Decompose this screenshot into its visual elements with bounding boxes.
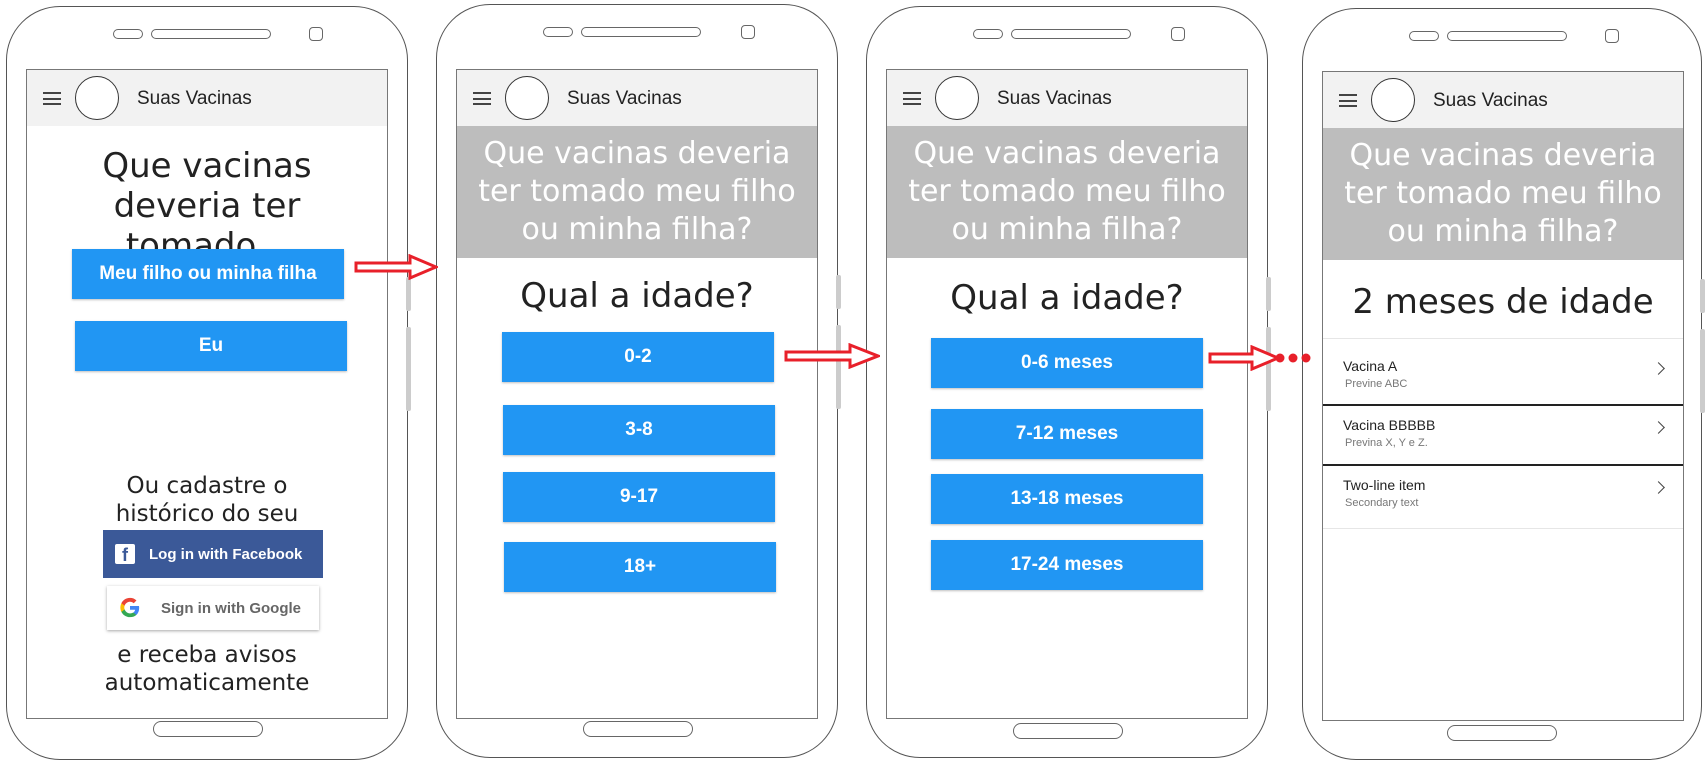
list-divider: [1323, 528, 1683, 529]
google-signin-button[interactable]: Sign in with Google: [107, 586, 319, 630]
hamburger-menu-icon[interactable]: [43, 92, 61, 105]
avatar[interactable]: [75, 76, 119, 120]
list-item-secondary: Previna X, Y e Z.: [1345, 437, 1428, 449]
app-bar: Suas Vacinas: [1323, 72, 1683, 128]
age-option-button[interactable]: 18+: [504, 542, 776, 592]
camera-icon: [309, 27, 323, 41]
footer-text: e receba avisos automaticamente: [104, 642, 310, 696]
flow-arrow-icon: [784, 343, 880, 369]
side-button: [406, 277, 411, 311]
month-option-button[interactable]: 13-18 meses: [931, 474, 1203, 524]
speaker-dot: [543, 27, 573, 37]
speaker-grille: [1447, 31, 1567, 41]
list-divider: [1323, 338, 1683, 339]
age-heading: 2 meses de idade: [1352, 282, 1654, 322]
age-question: Qual a idade?: [520, 276, 754, 316]
app-title: Suas Vacinas: [997, 88, 1112, 109]
home-button[interactable]: [1013, 723, 1123, 739]
home-button[interactable]: [583, 721, 693, 737]
question-banner: Que vacinas deveria ter tomado meu filho…: [457, 126, 817, 258]
camera-icon: [741, 25, 755, 39]
month-option-button[interactable]: 7-12 meses: [931, 409, 1203, 459]
list-divider: [1323, 464, 1683, 466]
hamburger-menu-icon[interactable]: [903, 92, 921, 105]
google-signin-label: Sign in with Google: [161, 599, 301, 617]
app-bar: Suas Vacinas: [457, 70, 817, 126]
phone-frame-3: Suas Vacinas Que vacinas deveria ter tom…: [866, 6, 1271, 758]
home-button[interactable]: [153, 721, 263, 737]
age-option-button[interactable]: 3-8: [503, 405, 775, 455]
app-title: Suas Vacinas: [1433, 90, 1548, 111]
avatar[interactable]: [505, 76, 549, 120]
side-button: [406, 327, 411, 411]
list-item-primary: Two-line item: [1343, 477, 1426, 493]
app-bar: Suas Vacinas: [27, 70, 387, 126]
me-button[interactable]: Eu: [75, 321, 347, 371]
speaker-grille: [581, 27, 701, 37]
hamburger-menu-icon[interactable]: [1339, 94, 1357, 107]
list-divider: [1323, 404, 1683, 406]
child-button[interactable]: Meu filho ou minha filha: [72, 249, 344, 299]
list-item-secondary: Previne ABC: [1345, 378, 1408, 390]
phone-frame-4: Suas Vacinas Que vacinas deveria ter tom…: [1302, 8, 1705, 760]
speaker-grille: [151, 29, 271, 39]
question-banner: Que vacinas deveria ter tomado meu filho…: [1323, 128, 1683, 260]
age-question: Qual a idade?: [950, 278, 1184, 318]
facebook-login-button[interactable]: f Log in with Facebook: [103, 530, 323, 578]
ellipsis-icon: [1275, 353, 1311, 363]
month-option-button[interactable]: 0-6 meses: [931, 338, 1203, 388]
app-title: Suas Vacinas: [567, 88, 682, 109]
list-item-primary: Vacina BBBBB: [1343, 417, 1436, 433]
phone-frame-2: Suas Vacinas Que vacinas deveria ter tom…: [436, 4, 841, 758]
question-banner: Que vacinas deveria ter tomado meu filho…: [887, 126, 1247, 258]
screen-1: Suas Vacinas Que vacinas deveria ter tom…: [26, 69, 388, 719]
hamburger-menu-icon[interactable]: [473, 92, 491, 105]
facebook-icon: f: [115, 544, 135, 564]
side-button: [1700, 329, 1705, 413]
flow-arrow-icon: [1208, 345, 1280, 371]
speaker-grille: [1011, 29, 1131, 39]
screen-4: Suas Vacinas Que vacinas deveria ter tom…: [1322, 71, 1684, 721]
flow-arrow-icon: [354, 254, 438, 280]
avatar[interactable]: [1371, 78, 1415, 122]
screen-3: Suas Vacinas Que vacinas deveria ter tom…: [886, 69, 1248, 719]
list-item-two-line[interactable]: Two-line item Secondary text: [1323, 477, 1683, 521]
side-button: [1266, 277, 1271, 311]
side-button: [836, 275, 841, 309]
avatar[interactable]: [935, 76, 979, 120]
camera-icon: [1605, 29, 1619, 43]
age-option-button[interactable]: 0-2: [502, 332, 774, 382]
list-item-primary: Vacina A: [1343, 358, 1398, 374]
side-button: [1700, 279, 1705, 313]
speaker-dot: [113, 29, 143, 39]
list-item-vacina-bbbbb[interactable]: Vacina BBBBB Previna X, Y e Z.: [1323, 417, 1683, 461]
facebook-login-label: Log in with Facebook: [149, 545, 303, 563]
month-option-button[interactable]: 17-24 meses: [931, 540, 1203, 590]
google-icon: [120, 597, 140, 618]
age-option-button[interactable]: 9-17: [503, 472, 775, 522]
screen-2: Suas Vacinas Que vacinas deveria ter tom…: [456, 69, 818, 719]
speaker-dot: [973, 29, 1003, 39]
phone-frame-1: Suas Vacinas Que vacinas deveria ter tom…: [6, 6, 411, 760]
list-item-secondary: Secondary text: [1345, 497, 1419, 509]
speaker-dot: [1409, 31, 1439, 41]
app-title: Suas Vacinas: [137, 88, 252, 109]
camera-icon: [1171, 27, 1185, 41]
home-button[interactable]: [1447, 725, 1557, 741]
page-question: Que vacinas deveria ter tomado...: [102, 146, 312, 266]
list-item-vacina-a[interactable]: Vacina A Previne ABC: [1323, 358, 1683, 402]
app-bar: Suas Vacinas: [887, 70, 1247, 126]
